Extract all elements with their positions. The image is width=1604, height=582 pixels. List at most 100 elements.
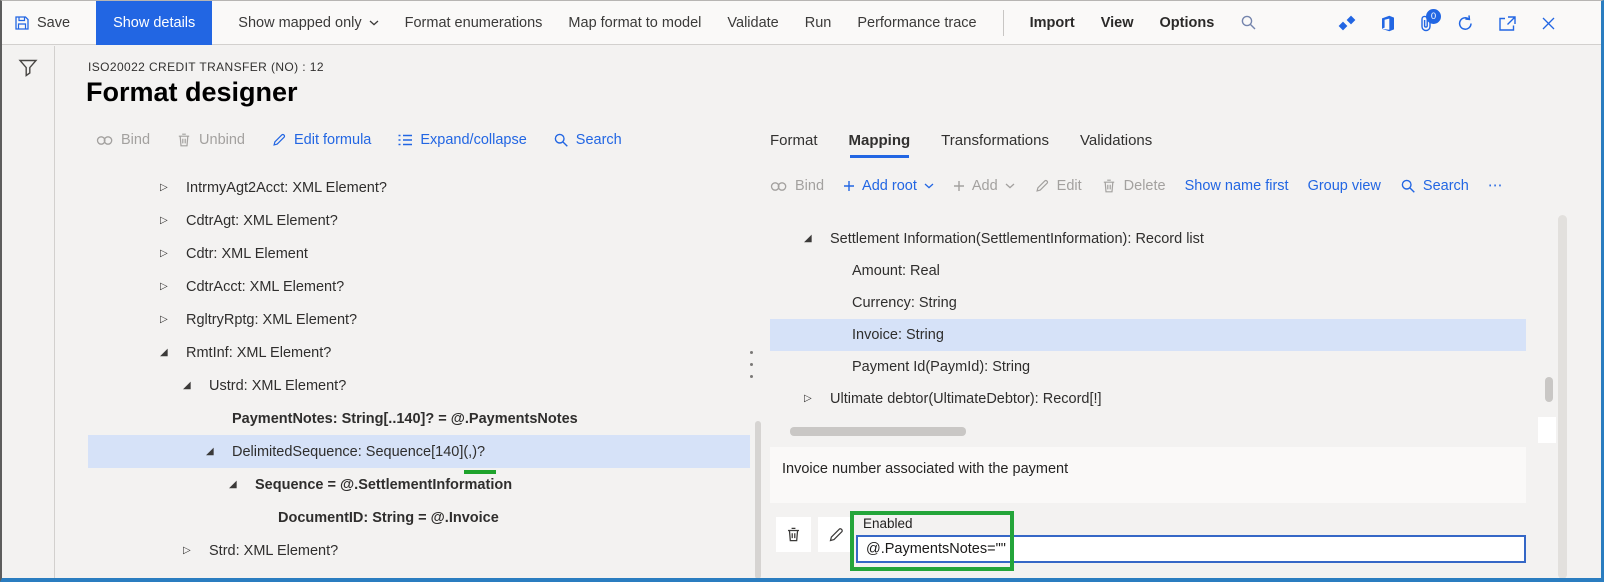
map-format-to-model-button[interactable]: Map format to model (568, 15, 701, 31)
tree-item-sequence[interactable]: Sequence = @.SettlementInformation (88, 468, 750, 501)
tree-item-invoice[interactable]: Invoice: String (770, 319, 1526, 351)
field-description-box: Invoice number associated with the payme… (770, 447, 1526, 503)
mapping-edit-button[interactable]: Edit (1034, 178, 1082, 194)
show-details-button[interactable]: Show details (96, 1, 213, 45)
tree-item-rgltryrptg[interactable]: RgltryRptg: XML Element? (88, 303, 750, 336)
show-name-first-button[interactable]: Show name first (1185, 178, 1289, 194)
formula-delete-button[interactable] (776, 517, 811, 552)
mapping-toolbar: Bind Add root Add Edit Delete Show name … (770, 178, 1502, 194)
tree-item-documentid[interactable]: DocumentID: String = @.Invoice (88, 501, 750, 534)
pencil-icon (829, 527, 843, 541)
open-in-new-window-button[interactable] (1498, 15, 1517, 32)
unbind-button[interactable]: Unbind (176, 132, 245, 148)
mapping-vertical-scrollbar-thumb[interactable] (1545, 377, 1553, 402)
collapse-icon[interactable] (206, 447, 232, 457)
expand-icon[interactable] (160, 183, 186, 193)
close-icon (1542, 17, 1555, 29)
expand-icon[interactable] (160, 216, 186, 226)
mapping-delete-button[interactable]: Delete (1101, 178, 1166, 194)
mapping-horizontal-scrollbar[interactable] (790, 427, 966, 436)
tree-item-paymentnotes[interactable]: PaymentNotes: String[..140]? = @.Payment… (88, 402, 750, 435)
expand-icon[interactable] (160, 282, 186, 292)
search-icon (554, 133, 568, 147)
expand-icon[interactable] (160, 315, 186, 325)
expand-collapse-button[interactable]: Expand/collapse (397, 132, 527, 148)
group-view-button[interactable]: Group view (1308, 178, 1381, 194)
attachments-button[interactable]: 0 (1419, 8, 1441, 33)
record-caption: ISO20022 CREDIT TRANSFER (NO) : 12 (88, 60, 324, 74)
edit-formula-button[interactable]: Edit formula (271, 132, 371, 148)
format-toolbar: Bind Unbind Edit formula Expand/collapse… (96, 132, 622, 148)
plus-icon (953, 181, 964, 191)
performance-trace-button[interactable]: Performance trace (857, 15, 976, 31)
view-menu[interactable]: View (1101, 15, 1134, 31)
tab-format[interactable]: Format (770, 132, 818, 158)
task-recorder-button[interactable] (1338, 15, 1357, 32)
expand-icon[interactable] (804, 394, 830, 404)
tree-item-settlement-information[interactable]: Settlement Information(SettlementInforma… (770, 223, 1526, 255)
appbar-search-button[interactable] (1240, 14, 1257, 31)
add-root-button[interactable]: Add root (843, 178, 934, 194)
tree-item-cdtr[interactable]: Cdtr: XML Element (88, 237, 750, 270)
tree-item-intrmyagt2acct[interactable]: IntrmyAgt2Acct: XML Element? (88, 171, 750, 204)
panel-splitter-handle[interactable] (750, 351, 753, 378)
field-description-text: Invoice number associated with the payme… (782, 461, 1069, 477)
refresh-icon (1458, 14, 1472, 30)
annotation-green-dash (464, 470, 496, 474)
enabled-formula-input[interactable] (856, 535, 1526, 563)
refresh-button[interactable] (1456, 14, 1475, 33)
tree-item-delimitedsequence[interactable]: DelimitedSequence: Sequence[140](,)? (88, 435, 750, 468)
tree-item-currency[interactable]: Currency: String (770, 287, 1526, 319)
format-enumerations-button[interactable]: Format enumerations (405, 15, 543, 31)
more-commands-button[interactable]: ⋯ (1488, 178, 1503, 194)
show-mapped-only-menu[interactable]: Show mapped only (238, 15, 379, 31)
chevron-down-icon (369, 20, 379, 25)
tree-item-rmtinf[interactable]: RmtInf: XML Element? (88, 336, 750, 369)
page-vertical-scrollbar[interactable] (1558, 215, 1567, 578)
app-bar: Save Show details Show mapped only Forma… (2, 1, 1601, 45)
trash-icon (1103, 179, 1114, 193)
collapse-icon[interactable] (160, 348, 186, 358)
format-tree-scrollbar[interactable] (755, 421, 761, 578)
chevron-down-icon (924, 183, 934, 189)
formula-edit-button[interactable] (818, 517, 853, 552)
page-title: Format designer (86, 77, 298, 107)
tree-item-strd[interactable]: Strd: XML Element? (88, 534, 750, 567)
mapping-search-button[interactable]: Search (1400, 178, 1469, 194)
expand-icon[interactable] (183, 546, 209, 556)
expand-icon[interactable] (160, 249, 186, 259)
trash-icon (787, 527, 800, 542)
search-icon (1241, 15, 1256, 30)
bind-button[interactable]: Bind (96, 132, 150, 148)
office-icon (1382, 15, 1394, 31)
format-tree: IntrmyAgt2Acct: XML Element? CdtrAgt: XM… (88, 171, 750, 567)
tree-item-ustrd[interactable]: Ustrd: XML Element? (88, 369, 750, 402)
collapse-icon[interactable] (183, 381, 209, 391)
add-button[interactable]: Add (953, 178, 1015, 194)
tab-mapping[interactable]: Mapping (849, 132, 910, 158)
tree-item-cdtragt[interactable]: CdtrAgt: XML Element? (88, 204, 750, 237)
options-menu[interactable]: Options (1160, 15, 1215, 31)
tree-item-ultimate-debtor[interactable]: Ultimate debtor(UltimateDebtor): Record[… (770, 383, 1526, 415)
collapse-icon[interactable] (229, 480, 255, 490)
import-menu[interactable]: Import (1030, 15, 1075, 31)
tree-item-amount[interactable]: Amount: Real (770, 255, 1526, 287)
pencil-icon (1035, 179, 1048, 192)
mapping-bind-button[interactable]: Bind (770, 178, 824, 194)
tab-transformations[interactable]: Transformations (941, 132, 1049, 158)
ellipsis-icon: ⋯ (1487, 178, 1503, 194)
format-search-button[interactable]: Search (553, 132, 622, 148)
plus-icon (844, 181, 855, 191)
run-button[interactable]: Run (805, 15, 832, 31)
validate-button[interactable]: Validate (727, 15, 778, 31)
tree-item-payment-id[interactable]: Payment Id(PaymId): String (770, 351, 1526, 383)
tab-validations[interactable]: Validations (1080, 132, 1152, 158)
office-integration-button[interactable] (1380, 15, 1396, 32)
mapping-tree: Settlement Information(SettlementInforma… (770, 223, 1526, 415)
save-button[interactable]: Save (14, 15, 70, 31)
filter-pane-button[interactable] (18, 59, 38, 82)
format-designer-window: Save Show details Show mapped only Forma… (0, 0, 1604, 582)
tree-item-cdtracct[interactable]: CdtrAcct: XML Element? (88, 270, 750, 303)
close-button[interactable] (1540, 15, 1557, 32)
collapse-icon[interactable] (804, 234, 830, 244)
